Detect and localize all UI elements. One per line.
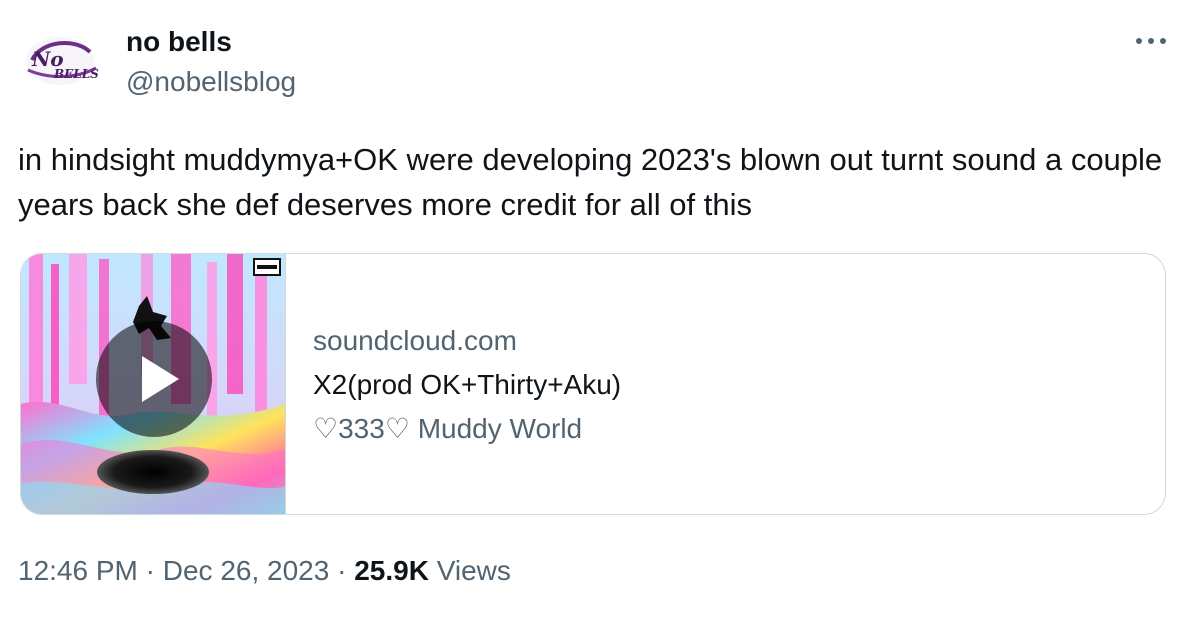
play-button[interactable] — [95, 320, 213, 438]
tweet-meta: 12:46 PM · Dec 26, 2023 · 25.9K Views — [18, 554, 511, 588]
tweet-timestamp-time[interactable]: 12:46 PM — [18, 555, 138, 586]
meta-separator: · — [329, 555, 355, 586]
card-description: ♡333♡ Muddy World — [313, 413, 583, 444]
more-options-button[interactable] — [1128, 26, 1174, 56]
card-title: X2(prod OK+Thirty+Aku) — [313, 369, 622, 400]
play-icon — [96, 321, 212, 437]
more-horizontal-icon — [1136, 38, 1166, 44]
card-domain: soundcloud.com — [313, 325, 517, 356]
views-count: 25.9K — [354, 555, 429, 586]
card-media-thumbnail[interactable] — [21, 254, 286, 514]
avatar[interactable]: No BELLS — [18, 30, 102, 88]
svg-text:BELLS: BELLS — [53, 67, 99, 81]
tweet-text: in hindsight muddymya+OK were developing… — [18, 142, 1163, 222]
meta-separator: · — [137, 555, 163, 586]
author-handle[interactable]: @nobellsblog — [126, 66, 296, 98]
link-card[interactable]: soundcloud.com X2(prod OK+Thirty+Aku) ♡3… — [20, 253, 1166, 515]
author-display-name[interactable]: no bells — [126, 26, 232, 58]
tweet-timestamp-date[interactable]: Dec 26, 2023 — [163, 555, 330, 586]
avatar-logo-image: No BELLS — [26, 37, 99, 85]
views-label: Views — [436, 555, 511, 586]
